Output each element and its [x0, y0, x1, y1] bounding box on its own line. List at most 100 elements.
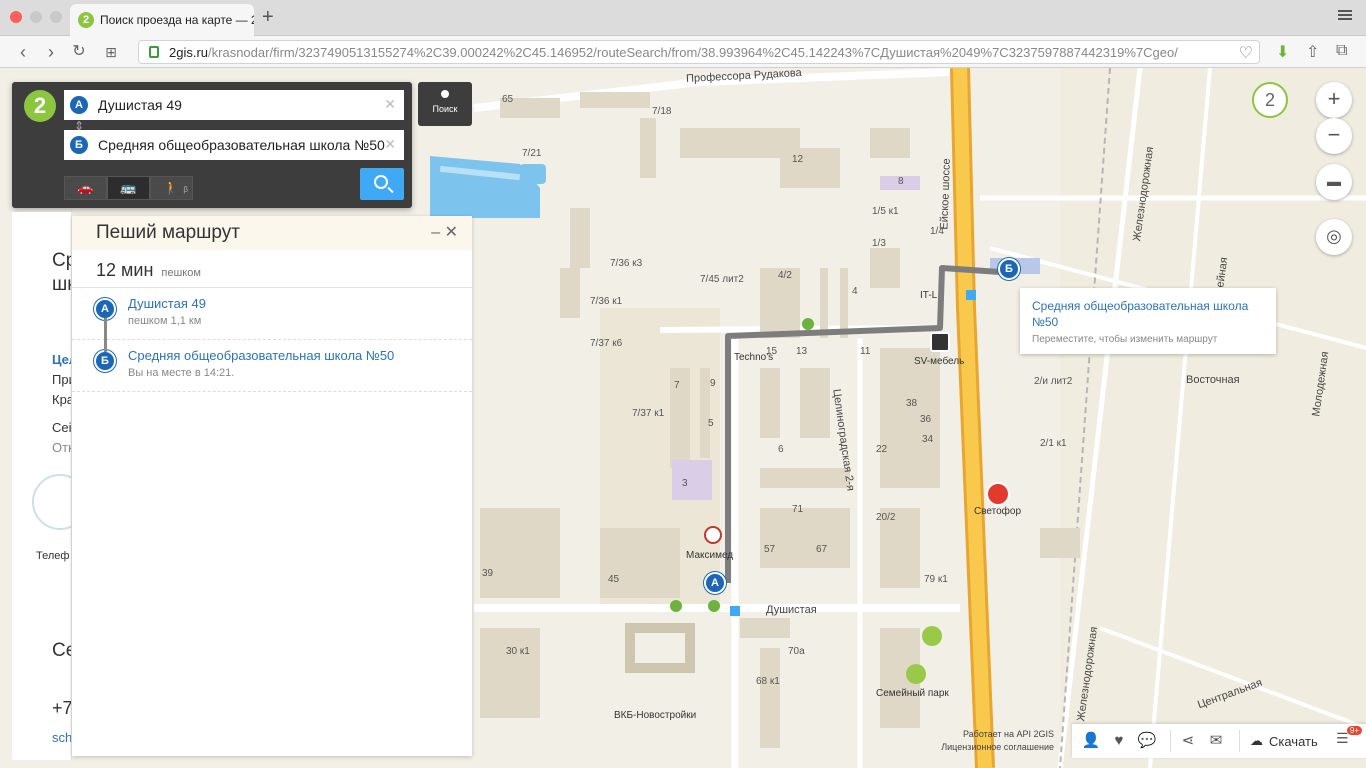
road-label-vostochnaya: Восточная — [1186, 374, 1240, 386]
route-stop-from[interactable]: А Душистая 49 пешком 1,1 км — [72, 288, 472, 340]
zoom-out-button[interactable]: − — [1316, 118, 1352, 154]
route-stop-to[interactable]: Б Средняя общеобразовательная школа №50 … — [72, 340, 472, 392]
building-label: 7/18 — [652, 106, 672, 117]
cloud-download-icon: ☁ — [1250, 733, 1263, 748]
poi-maksimed[interactable]: Максимед — [686, 550, 733, 561]
clear-to-icon[interactable]: ✕ — [384, 136, 396, 153]
tab-grid-icon[interactable]: ⊞ — [100, 41, 122, 63]
bus-stop-icon[interactable] — [966, 290, 976, 300]
maximize-window-button[interactable] — [50, 11, 62, 23]
shop-basket-icon[interactable] — [670, 600, 682, 612]
phone-icon[interactable] — [32, 474, 71, 530]
extensions-icon[interactable]: ⧉ — [1336, 42, 1347, 60]
mode-walk-tab[interactable]: 🚶 β — [150, 176, 193, 200]
poi-sv-mebel[interactable]: SV-мебель — [914, 356, 964, 367]
building-label: 22 — [876, 444, 888, 455]
share-icon[interactable]: ⋖ — [1177, 730, 1199, 752]
address-bar[interactable]: 2gis.ru /krasnodar/firm/3237490513155274… — [138, 40, 1260, 64]
share-icon[interactable]: ⇧ — [1306, 42, 1319, 62]
poi-semeyny-park[interactable]: Семейный парк — [876, 688, 949, 699]
balloon-title[interactable]: Средняя общеобразовательная школа №50 — [1032, 298, 1262, 330]
download-button[interactable]: ☁ Скачать — [1250, 733, 1318, 749]
locate-me-icon[interactable]: ◎ — [1316, 219, 1352, 255]
route-search-button[interactable] — [360, 168, 404, 200]
clinic-marker-icon[interactable] — [704, 526, 722, 544]
toolbar-divider — [1239, 730, 1240, 752]
stop-name-link[interactable]: Средняя общеобразовательная школа №50 — [128, 348, 472, 363]
building-label: 30 к1 — [506, 646, 530, 657]
svetofor-marker-icon[interactable] — [986, 482, 1010, 506]
poi-svetofor[interactable]: Светофор — [974, 506, 1021, 517]
firm-card-line: Цел — [52, 352, 71, 367]
building-label: 7/45 лит2 — [700, 274, 744, 285]
bus-stop-icon[interactable] — [730, 606, 740, 616]
user-icon[interactable]: 👤 — [1080, 730, 1102, 752]
route-from-input[interactable]: А Душистая 49 ✕ — [64, 90, 404, 120]
poisk-label: Поиск — [432, 104, 458, 114]
route-duration: 12 мин — [96, 260, 154, 280]
minimize-window-button[interactable] — [30, 11, 42, 23]
building-label: 68 к1 — [756, 676, 780, 687]
close-icon[interactable]: ✕ — [445, 224, 458, 241]
firm-card-line: Сеі — [52, 420, 72, 435]
reload-button[interactable]: ↻ — [68, 41, 90, 63]
zoom-in-button[interactable]: + — [1316, 82, 1352, 118]
building-label: 2/1 к1 — [1040, 438, 1067, 449]
tab-menu-icon[interactable] — [1338, 10, 1352, 20]
ruler-icon[interactable]: ▬ — [1316, 164, 1352, 200]
building-label: 39 — [482, 568, 494, 579]
shop-basket-icon[interactable] — [708, 600, 720, 612]
api-credit[interactable]: Работает на API 2GIS — [930, 728, 1054, 741]
route-panel: Пеший маршрут – ✕ 12 мин пешком А Душист… — [72, 216, 472, 756]
poisk-button[interactable]: Поиск — [418, 82, 472, 126]
firm-card-line: Телеф — [36, 550, 70, 562]
mode-bus-tab[interactable]: 🚌 — [107, 176, 150, 200]
building-label: 13 — [796, 346, 808, 357]
back-button[interactable]: ‹ — [12, 41, 34, 63]
minimize-icon[interactable]: – — [431, 224, 440, 241]
building-label: 34 — [922, 434, 934, 445]
stop-name-link[interactable]: Душистая 49 — [128, 296, 472, 311]
browser-toolbar: ‹ › ↻ ⊞ 2gis.ru /krasnodar/firm/32374905… — [0, 36, 1366, 68]
building-label: 57 — [764, 544, 776, 555]
route-start-marker[interactable]: А — [704, 572, 726, 594]
browser-tab[interactable]: 2 Поиск проезда на карте — 2 — [70, 4, 254, 36]
mail-icon[interactable]: ✉ — [1205, 730, 1227, 752]
building-label: 36 — [920, 414, 932, 425]
walk-icon: 🚶 — [163, 180, 180, 195]
route-mode-text: пешком — [161, 267, 201, 279]
download-arrow-icon[interactable]: ⬇ — [1276, 42, 1289, 62]
building-label: 6 — [778, 444, 784, 455]
tab-title: Поиск проезда на карте — 2 — [100, 13, 254, 27]
notifications-badge: 9+ — [1346, 726, 1362, 735]
bus-icon: 🚌 — [120, 180, 137, 195]
clear-from-icon[interactable]: ✕ — [384, 96, 396, 113]
park-tree-icon[interactable] — [906, 664, 926, 684]
url-path: /krasnodar/firm/3237490513155274%2C39.00… — [208, 44, 1178, 60]
notifications-icon[interactable]: ☰ 9+ — [1336, 726, 1362, 750]
route-from-value: Душистая 49 — [98, 97, 182, 113]
park-tree-icon[interactable] — [922, 626, 942, 646]
building-label: 79 к1 — [924, 574, 948, 585]
poi-vkb[interactable]: ВКБ-Новостройки — [614, 710, 696, 721]
route-to-input[interactable]: Б Средняя общеобразовательная школа №50 … — [64, 130, 404, 160]
new-tab-button[interactable]: + — [262, 6, 274, 29]
destination-balloon[interactable]: Средняя общеобразовательная школа №50 Пе… — [1020, 288, 1276, 354]
mode-car-tab[interactable]: 🚗 — [64, 176, 107, 200]
chat-icon[interactable]: 💬 — [1136, 730, 1158, 752]
stop-sub: Вы на месте в 14:21. — [128, 367, 235, 379]
favorites-heart-icon[interactable]: ♥ — [1108, 730, 1130, 752]
stop-marker-icon: А — [94, 298, 116, 320]
sv-mebel-marker-icon[interactable] — [930, 332, 950, 352]
building-label: 7/36 к3 — [610, 258, 643, 269]
forward-button[interactable]: › — [40, 41, 62, 63]
2gis-logo[interactable]: 2 — [24, 90, 56, 122]
close-window-button[interactable] — [10, 11, 22, 23]
license-link[interactable]: Лицензионное соглашение — [930, 741, 1054, 754]
favorite-heart-icon[interactable]: ♡ — [1238, 43, 1253, 63]
shop-basket-icon[interactable] — [802, 318, 814, 330]
route-search-panel: 2 А Душистая 49 ✕ ⇕ Б Средняя общеобразо… — [12, 82, 412, 208]
route-end-marker[interactable]: Б — [998, 258, 1020, 280]
to-marker-icon: Б — [70, 136, 88, 154]
poi-it[interactable]: IT-L — [920, 290, 937, 301]
